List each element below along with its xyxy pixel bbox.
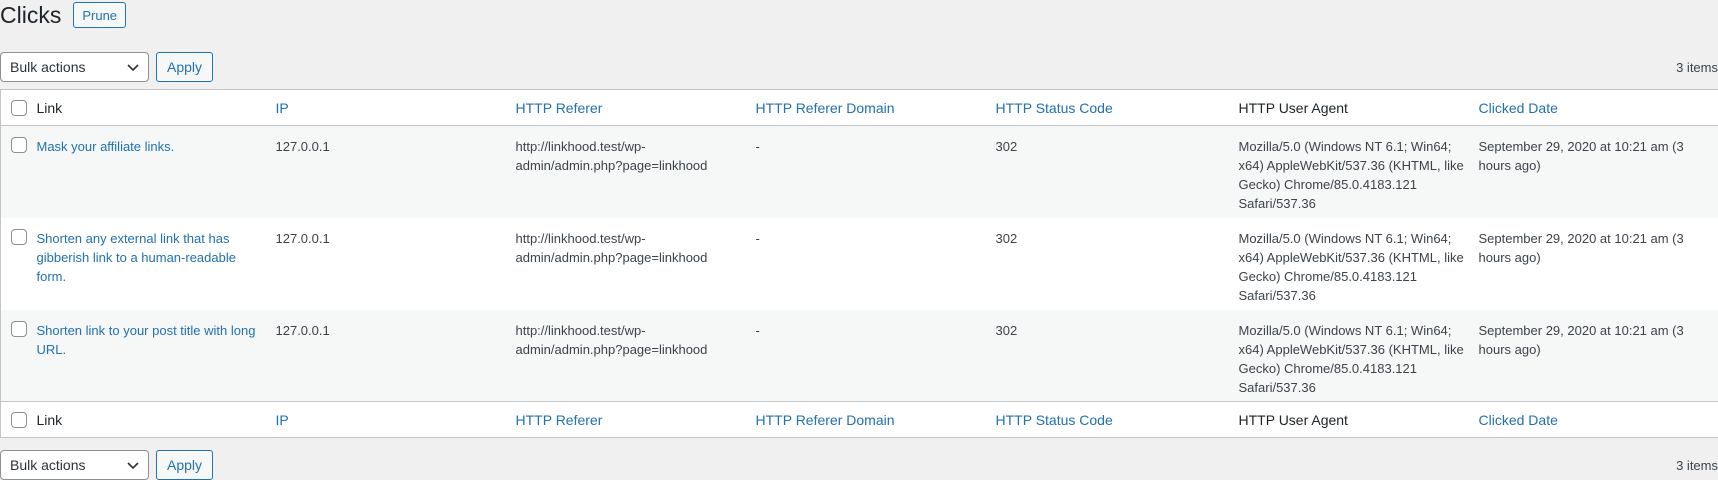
status-code-cell: 302 [995, 322, 1018, 338]
sort-link-clicked-date[interactable]: Clicked Date [1479, 100, 1558, 116]
bulk-actions-label: Bulk actions [10, 457, 86, 473]
column-label: HTTP User Agent [1238, 411, 1348, 428]
column-header-ip[interactable]: IP [275, 89, 516, 126]
column-header-referer-domain[interactable]: HTTP Referer Domain [755, 89, 996, 126]
table-footer-row: Link IP HTTP Referer HTTP Referer Domain… [0, 401, 1718, 438]
sort-link-referer[interactable]: HTTP Referer [516, 100, 603, 116]
clicks-table: Link IP HTTP Referer HTTP Referer Domain… [0, 89, 1718, 438]
table-row: Mask your affiliate links. 127.0.0.1 htt… [0, 125, 1718, 218]
column-footer-clicked-date[interactable]: Clicked Date [1478, 401, 1718, 438]
referer-domain-cell: - [755, 322, 760, 338]
link-cell: Shorten link to your post title with lon… [37, 310, 276, 402]
column-footer-user-agent: HTTP User Agent [1238, 401, 1479, 438]
row-checkbox[interactable] [10, 320, 27, 337]
column-header-link: Link [36, 89, 276, 126]
column-label: HTTP User Agent [1238, 99, 1348, 116]
clicked-date-cell: September 29, 2020 at 10:21 am (3 hours … [1478, 322, 1684, 357]
page-header: Clicks Prune [0, 0, 127, 30]
ip-cell: 127.0.0.1 [275, 230, 330, 246]
column-header-referer[interactable]: HTTP Referer [515, 89, 756, 126]
sort-link-referer-domain[interactable]: HTTP Referer Domain [756, 412, 895, 428]
select-all-cell [0, 401, 37, 438]
select-all-checkbox[interactable] [10, 99, 27, 116]
column-footer-link: Link [36, 401, 276, 438]
prune-button[interactable]: Prune [73, 2, 127, 28]
row-select-cell [1, 218, 37, 310]
column-header-user-agent: HTTP User Agent [1238, 89, 1479, 126]
column-label: Link [36, 411, 63, 428]
sort-link-referer-domain[interactable]: HTTP Referer Domain [756, 100, 895, 116]
referer-domain-cell: - [755, 230, 760, 246]
row-checkbox[interactable] [10, 228, 27, 245]
table-row: Shorten link to your post title with lon… [0, 309, 1718, 402]
page-title: Clicks [0, 1, 62, 28]
tablenav-top: Bulk actions Apply 3 items [0, 52, 1718, 82]
row-checkbox[interactable] [10, 137, 27, 153]
sort-link-ip[interactable]: IP [276, 100, 289, 116]
referer-cell: http://linkhood.test/wp-admin/admin.php?… [515, 322, 708, 357]
ip-cell: 127.0.0.1 [275, 322, 330, 338]
column-label: Link [36, 99, 63, 116]
referer-cell: http://linkhood.test/wp-admin/admin.php?… [515, 139, 708, 173]
sort-link-ip[interactable]: IP [276, 412, 289, 428]
row-link[interactable]: Shorten link to your post title with lon… [37, 323, 256, 357]
referer-domain-cell: - [755, 139, 760, 154]
column-header-clicked-date[interactable]: Clicked Date [1478, 89, 1718, 126]
sort-link-clicked-date[interactable]: Clicked Date [1479, 412, 1558, 428]
select-all-cell [0, 89, 37, 126]
sort-link-status-code[interactable]: HTTP Status Code [996, 100, 1113, 116]
chevron-down-icon [127, 64, 139, 72]
bulk-actions-select[interactable]: Bulk actions [0, 52, 149, 82]
row-select-cell [1, 126, 37, 218]
clicked-date-cell: September 29, 2020 at 10:21 am (3 hours … [1478, 139, 1684, 173]
table-header-row: Link IP HTTP Referer HTTP Referer Domain… [0, 89, 1718, 126]
table-row: Shorten any external link that has gibbe… [1, 218, 1718, 310]
bulk-actions-label: Bulk actions [10, 59, 86, 75]
user-agent-cell: Mozilla/5.0 (Windows NT 6.1; Win64; x64)… [1238, 322, 1464, 395]
row-link[interactable]: Mask your affiliate links. [37, 139, 175, 154]
user-agent-cell: Mozilla/5.0 (Windows NT 6.1; Win64; x64)… [1238, 139, 1464, 211]
items-count: 3 items [1676, 458, 1718, 473]
link-cell: Mask your affiliate links. [37, 126, 276, 218]
sort-link-referer[interactable]: HTTP Referer [516, 412, 603, 428]
row-link[interactable]: Shorten any external link that has gibbe… [37, 231, 236, 284]
ip-cell: 127.0.0.1 [275, 139, 330, 154]
column-footer-status-code[interactable]: HTTP Status Code [995, 401, 1239, 438]
column-footer-ip[interactable]: IP [275, 401, 516, 438]
column-footer-referer-domain[interactable]: HTTP Referer Domain [755, 401, 996, 438]
chevron-down-icon [127, 462, 139, 470]
status-code-cell: 302 [995, 230, 1018, 246]
status-code-cell: 302 [995, 139, 1018, 154]
items-count: 3 items [1676, 60, 1718, 75]
bulk-actions-select[interactable]: Bulk actions [0, 450, 149, 480]
row-select-cell [1, 310, 37, 402]
select-all-checkbox-bottom[interactable] [10, 411, 27, 428]
user-agent-cell: Mozilla/5.0 (Windows NT 6.1; Win64; x64)… [1238, 230, 1464, 303]
apply-button[interactable]: Apply [156, 52, 214, 82]
sort-link-status-code[interactable]: HTTP Status Code [996, 412, 1113, 428]
tablenav-bottom: Bulk actions Apply 3 items [0, 450, 1718, 480]
link-cell: Shorten any external link that has gibbe… [37, 218, 276, 310]
referer-cell: http://linkhood.test/wp-admin/admin.php?… [515, 230, 708, 265]
column-footer-referer[interactable]: HTTP Referer [515, 401, 756, 438]
column-header-status-code[interactable]: HTTP Status Code [995, 89, 1239, 126]
clicked-date-cell: September 29, 2020 at 10:21 am (3 hours … [1478, 230, 1684, 265]
apply-button[interactable]: Apply [156, 450, 214, 480]
